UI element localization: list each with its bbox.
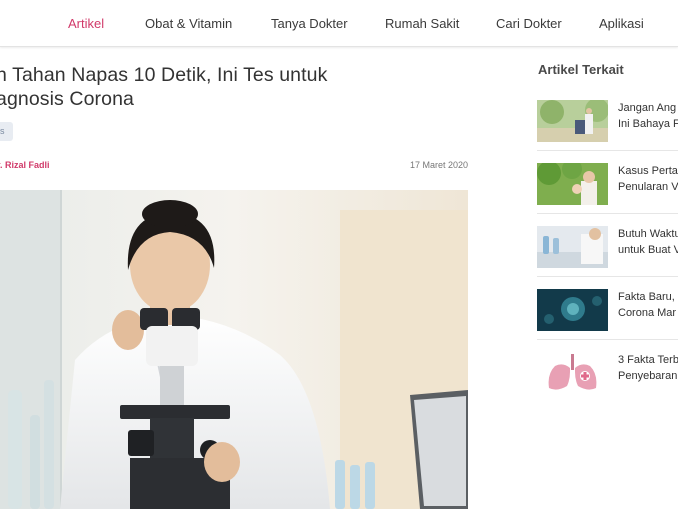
related-article-thumbnail — [537, 289, 608, 331]
nav-item-obat-vitamin[interactable]: Obat & Vitamin — [145, 16, 232, 31]
related-article-title-line2: Penyebaran — [618, 370, 678, 382]
related-article-title-line2: Ini Bahaya F — [618, 118, 678, 130]
park-elderly-thumbnail — [537, 100, 608, 142]
related-article-item[interactable]: Fakta Baru, Corona Mar — [537, 289, 678, 343]
related-article-title-line1: Fakta Baru, — [618, 291, 675, 303]
divider — [537, 339, 678, 340]
article-author[interactable]: r. Rizal Fadli — [0, 160, 50, 170]
related-article-title: 3 Fakta Terb Penyebaran — [618, 352, 678, 384]
lab-test-thumbnail — [537, 226, 608, 268]
lungs-icon — [537, 352, 608, 394]
related-article-item[interactable]: Jangan Ang Ini Bahaya F — [537, 100, 678, 154]
related-article-title: Jangan Ang Ini Bahaya F — [618, 100, 678, 132]
nav-item-aplikasi[interactable]: Aplikasi — [599, 16, 644, 31]
related-article-title-line1: Butuh Waktu — [618, 228, 678, 240]
nav-item-artikel[interactable]: Artikel — [68, 16, 104, 31]
nav-item-tanya-dokter[interactable]: Tanya Dokter — [271, 16, 348, 31]
scientist-microscope-illustration — [0, 190, 468, 509]
nav-item-rumah-sakit[interactable]: Rumah Sakit — [385, 16, 459, 31]
mother-child-thumbnail — [537, 163, 608, 205]
related-article-thumbnail — [537, 226, 608, 268]
divider — [537, 213, 678, 214]
related-article-thumbnail — [537, 100, 608, 142]
related-article-title-line2: untuk Buat V — [618, 244, 678, 256]
divider — [537, 150, 678, 151]
related-article-item[interactable]: Kasus Perta Penularan V — [537, 163, 678, 217]
article-title-line2: agnosis Corona — [0, 88, 134, 110]
related-article-item[interactable]: 3 Fakta Terb Penyebaran — [537, 352, 678, 406]
top-navigation: Artikel Obat & Vitamin Tanya Dokter Ruma… — [0, 0, 678, 47]
related-article-item[interactable]: Butuh Waktu untuk Buat V — [537, 226, 678, 280]
related-article-thumbnail — [537, 163, 608, 205]
article-title: n Tahan Napas 10 Detik, Ini Tes untuk ag… — [0, 63, 476, 111]
related-article-title-line2: Corona Mar — [618, 307, 677, 319]
related-article-title: Fakta Baru, Corona Mar — [618, 289, 678, 321]
related-article-title-line1: Jangan Ang — [618, 102, 677, 114]
article-hero-image — [0, 190, 468, 509]
related-article-title-line2: Penularan V — [618, 181, 678, 193]
related-article-thumbnail — [537, 352, 608, 394]
category-tag-label: s — [0, 126, 5, 136]
related-articles-title: Artikel Terkait — [538, 62, 624, 77]
article-title-line1: n Tahan Napas 10 Detik, Ini Tes untuk — [0, 64, 328, 86]
virus-microscopy-thumbnail — [537, 289, 608, 331]
category-tag[interactable]: s — [0, 122, 13, 141]
nav-item-cari-dokter[interactable]: Cari Dokter — [496, 16, 562, 31]
related-article-title-line1: Kasus Perta — [618, 165, 678, 177]
related-article-title: Butuh Waktu untuk Buat V — [618, 226, 678, 258]
divider — [537, 276, 678, 277]
related-article-title-line1: 3 Fakta Terb — [618, 354, 678, 366]
article-date: 17 Maret 2020 — [410, 160, 469, 170]
related-article-title: Kasus Perta Penularan V — [618, 163, 678, 195]
